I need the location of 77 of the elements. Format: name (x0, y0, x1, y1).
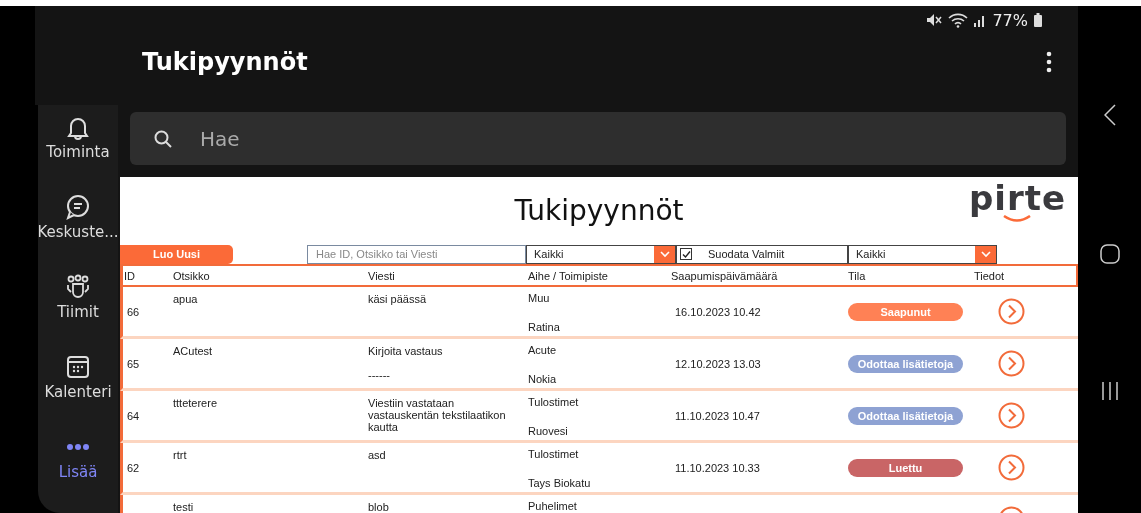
column-header: Tila (848, 269, 867, 282)
sidebar-item[interactable]: Toiminta (38, 113, 118, 193)
logo: pirte (968, 181, 1066, 215)
table-cell-text: Tulostimet (528, 396, 580, 408)
signal-icon (974, 13, 987, 27)
table-cell-text: Acute (528, 344, 558, 356)
sidebar-item[interactable]: Tiimit (38, 273, 118, 353)
table-cell: asd (368, 449, 386, 461)
app-title: Tukipyynnöt (142, 48, 308, 76)
table-cell: 64 (127, 409, 140, 422)
table-cell: 16.10.2023 10.42 (675, 305, 761, 318)
table-cell: apua (173, 293, 198, 305)
table-cell: 11.10.2023 10.33 (675, 461, 760, 474)
checkmark-icon (681, 249, 691, 259)
filter-done-checkbox[interactable]: Suodata Valmiit (676, 244, 848, 264)
calendar-icon (64, 353, 92, 381)
column-header: ID (124, 269, 136, 282)
sidebar-item[interactable]: Keskuste... (38, 193, 118, 273)
back-icon[interactable] (1103, 104, 1116, 126)
ticket-search-field[interactable]: Hae ID, Otsikko tai Viesti (307, 244, 526, 264)
more-icon (67, 444, 89, 450)
table-cell: ACutest (173, 345, 213, 357)
table-cell-text: Tays Biokatu (528, 477, 592, 489)
table-cell: rtrt (173, 449, 187, 461)
table-cell-text: Tulostimet (528, 448, 580, 460)
chevron-circle-icon[interactable] (998, 402, 1025, 429)
table-cell-text: Ratina (528, 321, 561, 333)
chevron-circle-icon[interactable] (998, 298, 1025, 325)
table-cell: testi (173, 501, 194, 513)
table-cell: 62 (127, 461, 140, 474)
people-icon (64, 273, 92, 301)
column-header: Saapumispäivämäärä (671, 269, 779, 282)
search-icon (154, 130, 172, 148)
page-title: Tukipyynnöt (514, 194, 684, 227)
home-icon[interactable] (1099, 244, 1120, 264)
status-badge: Luettu (848, 458, 963, 477)
more-options-icon[interactable] (1046, 51, 1052, 73)
status-badge: Odottaa lisätietoja (848, 354, 963, 373)
column-header: Aihe / Toimipiste (528, 269, 609, 282)
chevron-down-icon[interactable] (659, 250, 670, 258)
table-cell: 12.10.2023 13.03 (675, 357, 761, 370)
chevron-circle-icon[interactable] (998, 454, 1025, 481)
dropdown[interactable]: Kaikki (848, 244, 997, 264)
table-cell: 11.10.2023 10.47 (675, 409, 760, 422)
table-cell: 65 (127, 357, 140, 370)
ticket-row[interactable]: 65 ACutest Kirjoita vastaus ------ Acute Nokia 12.10.2023 13.03 Odottaa lisätietoja (120, 339, 1078, 391)
chevron-down-icon[interactable] (980, 250, 991, 258)
table-cell: käsi päässä (368, 293, 427, 305)
column-header: Otsikko (173, 269, 211, 282)
chat-bubble-icon (64, 193, 92, 221)
table-cell-text: Nokia (528, 373, 558, 385)
table-cell: ttteterere (173, 397, 218, 409)
search-field[interactable]: Hae (130, 112, 1066, 165)
ticket-row[interactable]: 66 apua käsi päässä Muu Ratina 16.10.2023 10.42 Saapunut (120, 287, 1078, 339)
table-cell: blob (368, 501, 389, 513)
battery-percentage: 77% (992, 10, 1028, 30)
ticket-row[interactable]: 64 ttteterere Viestiin vastataan vastauskentän tekstilaatikon kautta Tulostimet Ruovesi 11.10.2023 10.47 Odottaa lisätietoja (120, 391, 1078, 443)
recent-apps-icon[interactable] (1100, 382, 1119, 400)
mute-icon (926, 13, 943, 27)
battery-icon (1034, 13, 1042, 27)
table-cell: Kirjoita vastaus ------ (368, 345, 443, 381)
table-cell-text: Ruovesi (528, 425, 569, 437)
wifi-icon (948, 12, 969, 28)
ticket-row[interactable]: 62 rtrt asd Tulostimet Tays Biokatu 11.10.2023 10.33 Luettu (120, 443, 1078, 495)
sidebar-item[interactable]: Lisää (38, 433, 118, 513)
table-cell-text: Muu (528, 292, 551, 304)
chevron-circle-icon[interactable] (998, 350, 1025, 377)
column-header: Viesti (368, 269, 396, 282)
dropdown[interactable]: Kaikki (526, 244, 676, 264)
table-cell: Viestiin vastataan vastauskentän tekstilaatikon kautta (368, 397, 506, 433)
smile-icon (1002, 215, 1033, 223)
status-badge: Saapunut (848, 302, 963, 321)
column-header: Tiedot (974, 269, 1006, 282)
sidebar-item[interactable]: Kalenteri (38, 353, 118, 433)
table-cell: 66 (127, 305, 140, 318)
table-cell-text: Puhelimet (528, 500, 578, 512)
status-badge: Odottaa lisätietoja (848, 406, 963, 425)
